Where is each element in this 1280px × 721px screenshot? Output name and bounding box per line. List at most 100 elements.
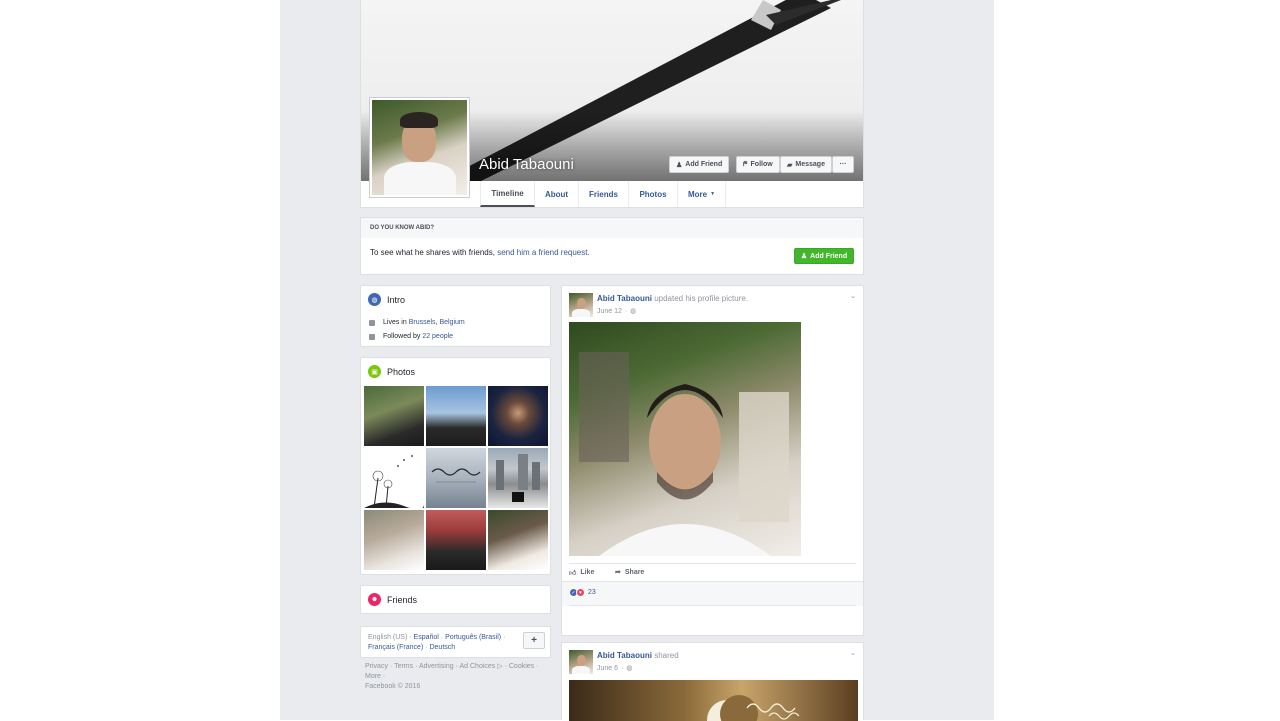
tab-timeline[interactable]: Timeline bbox=[480, 181, 535, 207]
tab-photos[interactable]: Photos bbox=[629, 181, 678, 207]
photo-thumb-2[interactable] bbox=[426, 386, 486, 446]
comment-area bbox=[569, 605, 856, 606]
lives-prefix: Lives in bbox=[383, 319, 407, 326]
know-heading: DO YOU KNOW ABID? bbox=[360, 217, 864, 239]
footer-link-terms[interactable]: Terms bbox=[394, 663, 413, 670]
separator: · bbox=[415, 663, 418, 670]
add-friend-button[interactable]: ♟ Add Friend bbox=[669, 156, 729, 173]
like-button[interactable]: 👍︎ Like bbox=[569, 568, 594, 577]
tab-more[interactable]: More ▼ bbox=[678, 181, 726, 207]
footer-link-advertising[interactable]: Advertising bbox=[419, 663, 454, 670]
follow-label: Follow bbox=[750, 161, 773, 168]
reactions-bar: ✓ ♥ 23 bbox=[562, 581, 863, 606]
globe-small-icon: ◍ bbox=[626, 665, 633, 672]
person-plus-icon: ♟ bbox=[800, 253, 808, 260]
know-body: To see what he shares with friends, send… bbox=[360, 238, 864, 275]
separator: · bbox=[455, 663, 458, 670]
friends-title-text: Friends bbox=[387, 594, 418, 605]
post-author-name[interactable]: Abid Tabaouni bbox=[597, 651, 652, 660]
tab-about[interactable]: About bbox=[535, 181, 579, 207]
language-current: English (US) bbox=[368, 634, 408, 641]
footer-link-cookies[interactable]: Cookies bbox=[509, 663, 534, 670]
footer-link-privacy[interactable]: Privacy bbox=[365, 663, 388, 670]
share-button[interactable]: ➦ Share bbox=[615, 568, 645, 577]
dandelion-image bbox=[364, 455, 424, 508]
intro-title: ◍ Intro bbox=[368, 293, 405, 306]
follow-button[interactable]: ᖘ Follow bbox=[736, 156, 780, 173]
post-author-avatar[interactable] bbox=[569, 293, 593, 317]
language-link[interactable]: Español bbox=[414, 634, 439, 641]
photo-thumb-4[interactable] bbox=[364, 448, 424, 508]
rss-icon bbox=[369, 333, 375, 340]
language-link[interactable]: Português (Brasil) bbox=[445, 634, 501, 641]
thumbs-up-icon: 👍︎ bbox=[569, 570, 577, 577]
separator: · bbox=[624, 307, 628, 315]
photo-thumb-1[interactable] bbox=[364, 386, 424, 446]
separator: · bbox=[440, 634, 444, 641]
plus-icon: + bbox=[531, 635, 537, 646]
photo-thumb-7[interactable] bbox=[364, 510, 424, 570]
chevron-down-icon[interactable]: ⌄ bbox=[850, 649, 856, 657]
post-author-name[interactable]: Abid Tabaouni bbox=[597, 294, 652, 303]
photo-thumb-9[interactable] bbox=[488, 510, 548, 570]
like-label: Like bbox=[580, 569, 595, 576]
photos-title[interactable]: ▣ Photos bbox=[368, 365, 415, 378]
shared-image[interactable] bbox=[569, 680, 858, 721]
comma: , bbox=[435, 319, 438, 326]
photo-thumb-5[interactable] bbox=[426, 448, 486, 508]
reaction-count: 23 bbox=[588, 589, 596, 596]
photo-thumb-3[interactable] bbox=[488, 386, 548, 446]
post-date-line: June 12 · ◍ bbox=[597, 307, 636, 316]
friends-title[interactable]: ☻ Friends bbox=[368, 593, 417, 606]
adchoices-icon: ▷ bbox=[495, 663, 503, 670]
share-label: Share bbox=[624, 568, 645, 576]
post-card: Abid Tabaouni shared June 6 · ◍ ⌄ bbox=[561, 642, 864, 721]
post-card: Abid Tabaouni updated his profile pictur… bbox=[561, 285, 864, 636]
photos-title-text: Photos bbox=[387, 366, 416, 377]
footer-link-adchoices[interactable]: Ad Choices bbox=[460, 663, 496, 670]
language-link[interactable]: Français (France) bbox=[368, 644, 423, 651]
post-photo[interactable] bbox=[569, 322, 801, 556]
chat-bubble-icon: ▰ bbox=[787, 161, 793, 169]
photo-thumb-6[interactable] bbox=[488, 448, 548, 508]
ellipsis-label: ··· bbox=[839, 161, 847, 168]
profile-picture[interactable] bbox=[369, 97, 470, 198]
intro-card: ◍ Intro Lives in Brussels, Belgium Follo… bbox=[360, 285, 551, 347]
footer-link-more[interactable]: More bbox=[365, 673, 381, 680]
post-date[interactable]: June 12 bbox=[597, 308, 622, 315]
tab-photos-label: Photos bbox=[639, 189, 667, 199]
add-friend-green-label: Add Friend bbox=[810, 252, 848, 260]
add-friend-green-button[interactable]: ♟ Add Friend bbox=[794, 248, 854, 264]
footer-copyright: Facebook © 2016 bbox=[365, 683, 421, 690]
city-link[interactable]: Brussels bbox=[409, 319, 436, 326]
languages-list: English (US) · Español · Português (Bras… bbox=[368, 633, 518, 653]
post-date-line: June 6 · ◍ bbox=[597, 664, 633, 673]
love-reaction-icon: ♥ bbox=[576, 588, 585, 597]
separator: · bbox=[503, 634, 506, 641]
add-friend-label: Add Friend bbox=[685, 161, 723, 168]
globe-icon: ◍ bbox=[368, 293, 381, 306]
country-link[interactable]: Belgium bbox=[439, 319, 464, 326]
post-date[interactable]: June 6 bbox=[597, 665, 618, 672]
followed-by-line: Followed by 22 people bbox=[369, 333, 453, 340]
intro-title-text: Intro bbox=[387, 294, 406, 305]
photo-thumb-8[interactable] bbox=[426, 510, 486, 570]
chevron-down-icon[interactable]: ⌄ bbox=[850, 292, 856, 300]
language-link[interactable]: Deutsch bbox=[429, 644, 455, 651]
person-plus-icon: ♟ bbox=[676, 161, 683, 169]
post-header: Abid Tabaouni shared bbox=[597, 651, 679, 660]
message-button[interactable]: ▰ Message bbox=[780, 156, 832, 173]
followers-link[interactable]: 22 people bbox=[422, 333, 453, 340]
more-options-button[interactable]: ··· bbox=[832, 156, 854, 173]
add-language-button[interactable]: + bbox=[523, 632, 545, 649]
profile-name[interactable]: Abid Tabaouni bbox=[479, 156, 574, 173]
post-author-avatar[interactable] bbox=[569, 650, 593, 674]
post-header: Abid Tabaouni updated his profile pictur… bbox=[597, 294, 748, 303]
reaction-summary[interactable]: ✓ ♥ 23 bbox=[569, 588, 596, 597]
message-label: Message bbox=[795, 161, 825, 168]
people-icon: ☻ bbox=[368, 593, 381, 606]
post-action-text: shared bbox=[654, 651, 679, 660]
friend-request-link[interactable]: send him a friend request. bbox=[497, 248, 590, 257]
tab-friends[interactable]: Friends bbox=[579, 181, 629, 207]
rss-icon: ᖘ bbox=[743, 160, 748, 168]
